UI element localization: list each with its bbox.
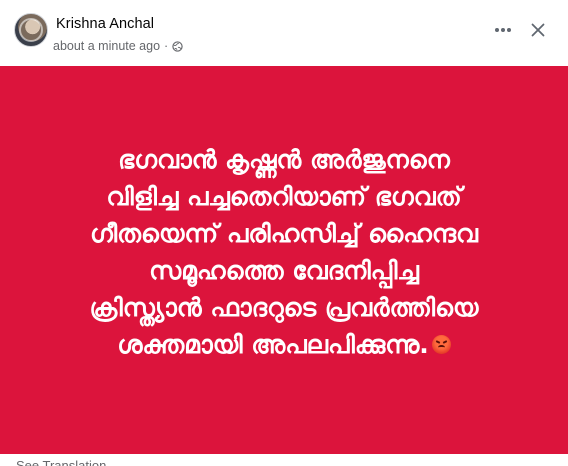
message-line-last: ശക്തമായി അപലപിക്കുന്നു.: [34, 326, 534, 363]
meta-separator: ·: [164, 39, 169, 53]
see-translation-link[interactable]: See Translation: [16, 458, 106, 466]
author-name[interactable]: Krishna Anchal: [56, 16, 154, 32]
author-avatar[interactable]: [14, 13, 48, 47]
close-button[interactable]: [527, 19, 549, 41]
close-icon: [531, 23, 545, 37]
more-horizontal-icon: [495, 28, 511, 32]
message-line: സമൂഹത്തെ വേദനിപ്പിച്ച: [149, 256, 419, 285]
more-options-button[interactable]: [492, 19, 514, 41]
message-line: ഗീതയെന്ന് പരിഹസിച്ച് ഹൈന്ദവ: [90, 219, 478, 248]
post-meta: about a minute ago ·: [53, 39, 183, 53]
avatar-ring: [19, 18, 43, 42]
emoji-mouth: [437, 345, 445, 350]
message-line: ഭഗവാൻ കൃഷ്ണൻ അർജുനനെ: [118, 145, 450, 174]
globe-icon[interactable]: [172, 40, 183, 52]
text-background-card: ഭഗവാൻ കൃഷ്ണൻ അർജുനനെ വിളിച്ച പച്ചതെറിയാണ…: [0, 66, 568, 454]
message-line-text: ശക്തമായി അപലപിക്കുന്നു.: [117, 330, 429, 359]
post-message: ഭഗവാൻ കൃഷ്ണൻ അർജുനനെ വിളിച്ച പച്ചതെറിയാണ…: [34, 141, 534, 363]
message-line: ക്രിസ്ത്യാൻ ഫാദറുടെ പ്രവർത്തിയെ: [89, 293, 479, 322]
post-card: Krishna Anchal about a minute ago · ഭഗവാ…: [0, 0, 568, 466]
angry-face-icon: [431, 335, 451, 354]
post-timestamp[interactable]: about a minute ago: [53, 39, 160, 53]
message-line: വിളിച്ച പച്ചതെറിയാണ് ഭഗവത്: [106, 182, 462, 211]
post-header: Krishna Anchal about a minute ago ·: [0, 0, 568, 66]
